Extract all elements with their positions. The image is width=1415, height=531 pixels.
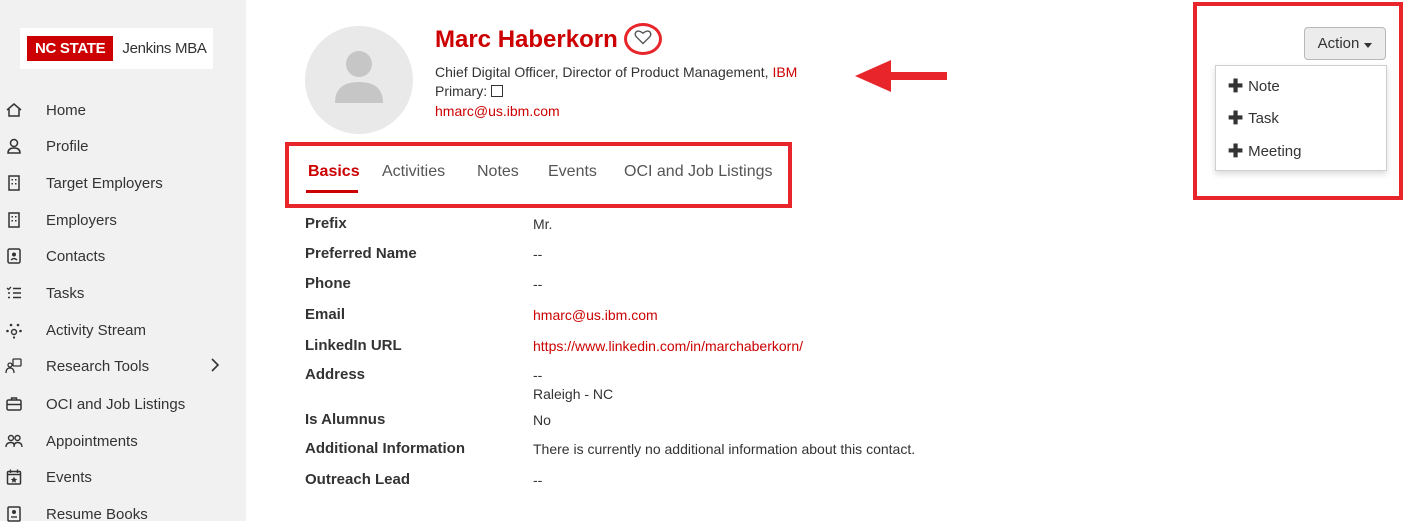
sidebar-item-activity-stream[interactable]: Activity Stream: [0, 313, 246, 347]
address-city: Raleigh - NC: [533, 386, 614, 402]
contact-email-link[interactable]: hmarc@us.ibm.com: [435, 103, 560, 119]
brand-logo[interactable]: NC STATE Jenkins MBA: [20, 28, 213, 69]
field-label: Is Alumnus: [305, 411, 386, 428]
sidebar-item-tasks[interactable]: Tasks: [0, 276, 246, 310]
field-label: Outreach Lead: [305, 471, 411, 488]
sidebar-item-appointments[interactable]: Appointments: [0, 424, 246, 458]
logo-mark: NC STATE: [27, 36, 114, 61]
sidebar-item-label: Activity Stream: [46, 321, 147, 339]
sidebar-item-label: Home: [46, 101, 87, 119]
field-value: --: [533, 472, 543, 488]
tab-basics[interactable]: Basics: [308, 163, 360, 181]
sidebar-item-label: Employers: [46, 211, 117, 229]
briefcase-icon: [5, 395, 23, 413]
sidebar-item-label: Events: [46, 468, 92, 486]
favorite-button[interactable]: [624, 23, 662, 55]
field-value: --: [533, 276, 543, 292]
sidebar-item-label: Research Tools: [46, 357, 150, 375]
sidebar: NC STATE Jenkins MBA Home Profile Target…: [0, 0, 246, 523]
action-menu: ✚ Note ✚ Task ✚ Meeting: [1215, 65, 1387, 171]
tab-oci-job-listings[interactable]: OCI and Job Listings: [624, 163, 773, 181]
program-name: Jenkins MBA: [122, 40, 207, 57]
sidebar-item-research-tools[interactable]: Research Tools: [0, 349, 246, 383]
menu-item-meeting[interactable]: ✚ Meeting: [1228, 142, 1301, 160]
contact-title-line: Chief Digital Officer, Director of Produ…: [435, 64, 797, 80]
field-label: Additional Information: [305, 440, 465, 457]
sidebar-item-label: Appointments: [46, 432, 138, 450]
heart-icon: [634, 29, 652, 50]
user-icon: [5, 137, 23, 155]
sidebar-item-employers[interactable]: Employers: [0, 203, 246, 237]
caret-down-icon: [1364, 35, 1373, 52]
action-button-label: Action: [1317, 35, 1360, 52]
field-value: --: [533, 367, 543, 383]
annotation-arrow-icon: [855, 60, 947, 92]
book-icon: [5, 505, 23, 523]
people-icon: [5, 432, 23, 450]
contact-card-icon: [5, 247, 23, 265]
home-icon: [5, 101, 23, 119]
calendar-star-icon: [5, 468, 23, 486]
sidebar-item-home[interactable]: Home: [0, 93, 246, 127]
primary-checkbox[interactable]: [491, 85, 503, 97]
field-label: Email: [305, 306, 346, 323]
plus-icon: ✚: [1228, 76, 1244, 96]
field-label: Address: [305, 366, 366, 383]
field-label: LinkedIn URL: [305, 337, 402, 354]
field-label: Phone: [305, 275, 351, 292]
sidebar-item-label: OCI and Job Listings: [46, 395, 186, 413]
primary-label: Primary:: [435, 83, 491, 99]
field-value: Mr.: [533, 216, 553, 232]
active-tab-indicator: [306, 190, 358, 193]
primary-line: Primary:: [435, 83, 503, 99]
linkedin-link[interactable]: https://www.linkedin.com/in/marchaberkor…: [533, 338, 803, 354]
field-value: --: [533, 246, 543, 262]
building-icon: [5, 174, 23, 192]
sidebar-item-oci-job-listings[interactable]: OCI and Job Listings: [0, 387, 246, 421]
sidebar-item-contacts[interactable]: Contacts: [0, 239, 246, 273]
sidebar-item-label: Contacts: [46, 247, 106, 265]
sidebar-item-resume-books[interactable]: Resume Books: [0, 497, 246, 531]
avatar-placeholder-icon: [335, 51, 383, 103]
menu-item-task[interactable]: ✚ Task: [1228, 109, 1279, 127]
plus-icon: ✚: [1228, 108, 1244, 128]
sidebar-item-label: Tasks: [46, 284, 85, 302]
tab-notes[interactable]: Notes: [477, 163, 519, 181]
tab-events[interactable]: Events: [548, 163, 597, 181]
contact-name: Marc Haberkorn: [435, 26, 618, 53]
sidebar-item-target-employers[interactable]: Target Employers: [0, 166, 246, 200]
field-value: No: [533, 412, 551, 428]
sidebar-item-profile[interactable]: Profile: [0, 129, 246, 163]
plus-icon: ✚: [1228, 141, 1244, 161]
action-button[interactable]: Action: [1304, 27, 1386, 60]
sidebar-item-label: Profile: [46, 137, 89, 155]
network-icon: [5, 321, 23, 339]
sidebar-item-label: Target Employers: [46, 174, 163, 192]
contact-title: Chief Digital Officer, Director of Produ…: [435, 64, 773, 80]
research-icon: [5, 357, 23, 375]
menu-item-label: Task: [1248, 109, 1279, 127]
chevron-right-icon[interactable]: [210, 357, 220, 377]
avatar: [305, 26, 413, 134]
sidebar-item-events[interactable]: Events: [0, 460, 246, 494]
company-link[interactable]: IBM: [772, 64, 797, 80]
email-link[interactable]: hmarc@us.ibm.com: [533, 307, 658, 323]
building-icon: [5, 211, 23, 229]
checklist-icon: [5, 284, 23, 302]
tab-activities[interactable]: Activities: [382, 163, 445, 181]
menu-item-label: Note: [1248, 77, 1280, 95]
field-value: There is currently no additional informa…: [533, 441, 916, 457]
field-label: Preferred Name: [305, 245, 417, 262]
menu-item-label: Meeting: [1248, 142, 1302, 160]
menu-item-note[interactable]: ✚ Note: [1228, 77, 1280, 95]
sidebar-item-label: Resume Books: [46, 505, 148, 523]
field-label: Prefix: [305, 215, 347, 232]
